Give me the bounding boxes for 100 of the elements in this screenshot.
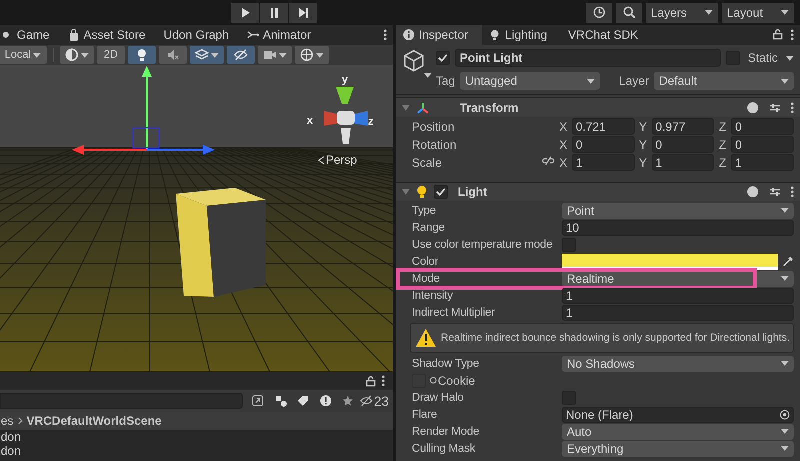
- field-label: Mode: [412, 272, 440, 284]
- breadcrumb-item[interactable]: VRCDefaultWorldScene: [26, 414, 162, 428]
- tag-dropdown[interactable]: Untagged: [460, 72, 600, 90]
- more-icon: [384, 29, 387, 41]
- layers-dropdown[interactable]: Layers: [646, 2, 718, 22]
- eyedropper-icon[interactable]: [782, 256, 794, 268]
- shading-button[interactable]: [60, 46, 94, 64]
- dropdown[interactable]: Auto: [562, 424, 794, 440]
- axis-label: Z: [718, 138, 728, 152]
- transform-axes-icon: [416, 100, 430, 115]
- axis-label: Y: [638, 156, 648, 170]
- projection-toggle[interactable]: Persp: [318, 153, 358, 167]
- axis-label: Z: [718, 156, 728, 170]
- hidden-count: 23: [374, 394, 390, 408]
- inspector-tab[interactable]: Inspector: [396, 25, 482, 45]
- number-field[interactable]: 1: [562, 288, 794, 304]
- more-icon: [791, 102, 794, 114]
- number-field[interactable]: 0: [652, 136, 714, 154]
- caret-icon: [587, 78, 596, 84]
- shopping-bag-icon: [68, 29, 80, 41]
- number-field[interactable]: 1: [731, 154, 794, 172]
- inspector-tab[interactable]: Lighting: [482, 25, 562, 45]
- caret-icon: [781, 446, 789, 451]
- orientation-gizmo-icon: [324, 87, 368, 144]
- number-field[interactable]: 0: [731, 118, 794, 136]
- target-icon: [430, 377, 437, 384]
- dropdown[interactable]: Point: [562, 202, 794, 218]
- effects-button[interactable]: [190, 46, 224, 64]
- scene-tab[interactable]: Asset Store: [58, 25, 155, 45]
- caret-icon: [781, 429, 789, 434]
- field-label: Type: [412, 204, 436, 216]
- checkmark-icon: [437, 52, 449, 64]
- eye-slash-icon: [360, 395, 374, 407]
- number-field[interactable]: 0: [572, 136, 635, 154]
- more-icon: [382, 375, 385, 387]
- component-title: Transform: [460, 100, 519, 115]
- camera-button[interactable]: [258, 46, 292, 64]
- caret-icon: [705, 10, 713, 15]
- caret-icon: [781, 78, 790, 84]
- number-field[interactable]: 1: [652, 154, 714, 172]
- camera-icon: [263, 48, 277, 62]
- layout-dropdown[interactable]: Layout: [722, 2, 794, 22]
- pause-button[interactable]: [260, 2, 288, 22]
- step-button[interactable]: [289, 2, 317, 22]
- play-button[interactable]: [231, 2, 259, 22]
- field-label: Shadow Type: [412, 358, 480, 370]
- caret-icon: [211, 52, 219, 58]
- axis-label: X: [559, 138, 568, 152]
- axis-label: Y: [638, 120, 648, 134]
- field-label: Culling Mask: [412, 442, 476, 454]
- scene-tab[interactable]: Udon Graph: [154, 25, 238, 45]
- number-field[interactable]: 0.721: [572, 118, 635, 136]
- object-field[interactable]: None (Flare): [562, 406, 794, 422]
- animator-icon: [247, 29, 260, 41]
- layer-dropdown[interactable]: Default: [654, 72, 794, 90]
- number-field[interactable]: 1: [562, 304, 794, 320]
- checkbox[interactable]: [434, 184, 448, 199]
- dropdown[interactable]: No Shadows: [562, 356, 794, 372]
- field-label: Draw Halo: [412, 392, 464, 404]
- inspector-tab[interactable]: VRChat SDK: [561, 25, 652, 45]
- field-label: Intensity: [412, 290, 454, 302]
- search-button[interactable]: [616, 2, 642, 22]
- hidden-count-button[interactable]: 23: [360, 392, 390, 410]
- gizmo-sphere-icon: [300, 48, 314, 62]
- history-button[interactable]: [586, 2, 612, 22]
- scene-tab[interactable]: Animator: [238, 25, 320, 45]
- axis-label: z: [368, 116, 374, 128]
- target-icon[interactable]: [780, 410, 790, 420]
- caret-icon: [781, 361, 789, 366]
- color-swatch[interactable]: [562, 254, 778, 270]
- name-field[interactable]: Point Light: [455, 49, 721, 67]
- audio-button[interactable]: [159, 46, 187, 64]
- hierarchy-item[interactable]: don: [1, 444, 393, 458]
- dropdown[interactable]: Everything: [562, 440, 794, 456]
- search-by-type-icon: [252, 395, 264, 407]
- mode-2d-button[interactable]: 2D: [97, 46, 125, 64]
- number-field[interactable]: 0: [731, 136, 794, 154]
- number-field[interactable]: 1: [572, 154, 635, 172]
- axis-label: X: [559, 120, 568, 134]
- axis-label: x: [306, 115, 314, 127]
- breadcrumb-item[interactable]: es: [1, 414, 14, 428]
- visibility-button[interactable]: [227, 46, 255, 64]
- move-gizmo-icon: [72, 66, 215, 155]
- number-field[interactable]: 10: [562, 220, 794, 236]
- pivot-dropdown[interactable]: Local: [0, 46, 47, 64]
- layer-label: Layer: [619, 74, 650, 88]
- light-bulb-icon: [135, 48, 149, 62]
- lighting-button[interactable]: [128, 46, 156, 64]
- hierarchy-item[interactable]: don: [1, 430, 393, 444]
- scene-tab[interactable]: Game: [0, 25, 59, 45]
- light-bulb-icon: [489, 29, 502, 41]
- checkbox[interactable]: [436, 51, 450, 65]
- caret-icon: [786, 56, 794, 60]
- chain-link-icon[interactable]: [542, 156, 555, 166]
- warning-text: Realtime indirect bounce shadowing is only supported for Directional lights.: [441, 332, 790, 344]
- field-label: Position: [412, 120, 455, 134]
- gizmos-button[interactable]: [295, 46, 329, 64]
- caret-icon: [279, 52, 287, 58]
- caret-icon: [781, 10, 789, 15]
- number-field[interactable]: 0.977: [652, 118, 714, 136]
